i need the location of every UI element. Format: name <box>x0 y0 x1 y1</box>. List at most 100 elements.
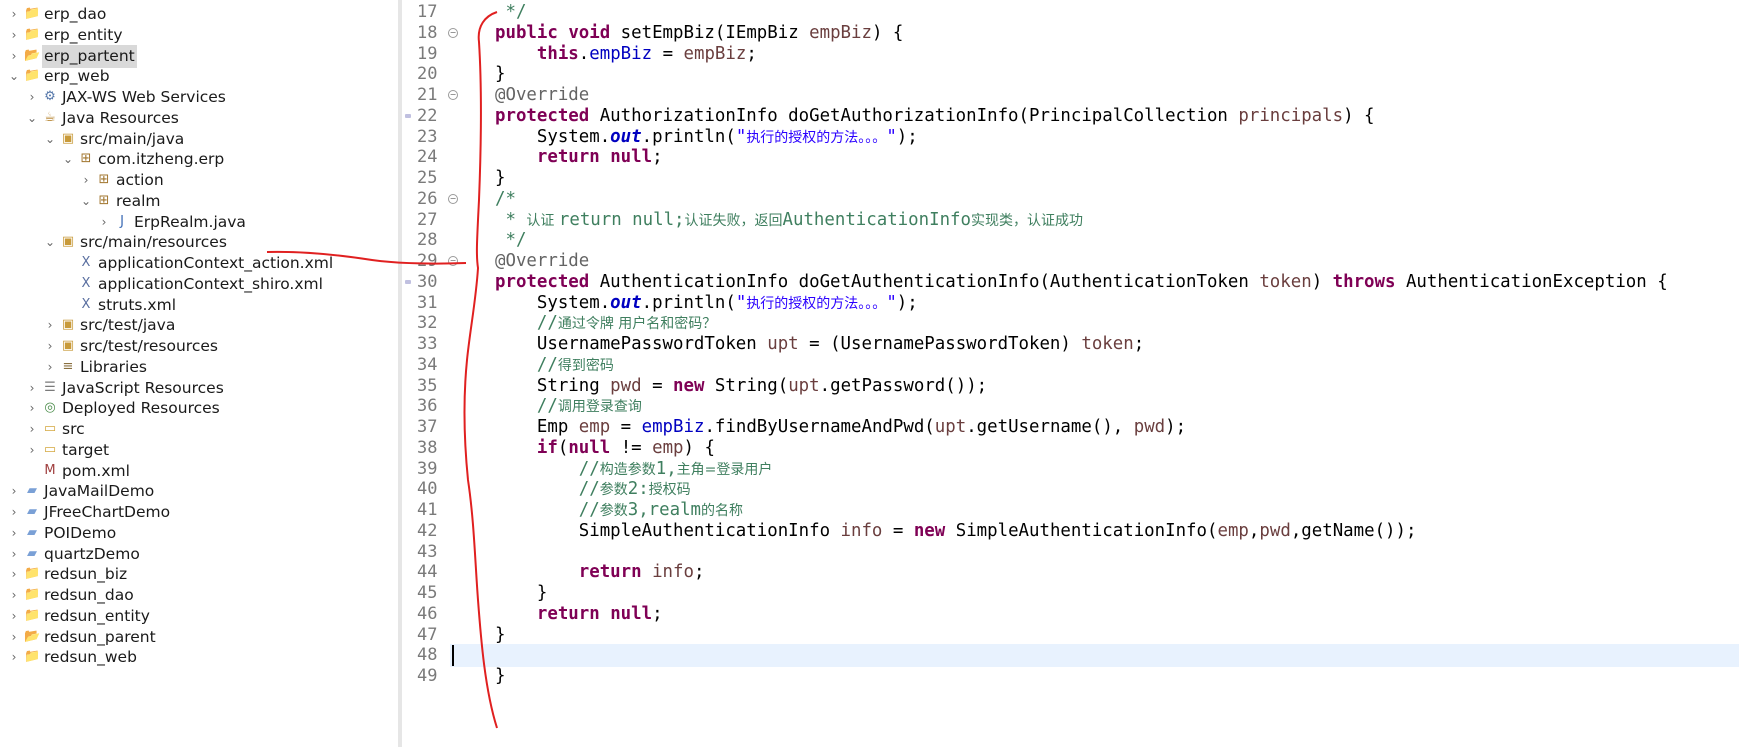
code-line[interactable]: this.empBiz = empBiz; <box>495 43 757 66</box>
code-line[interactable]: Emp emp = empBiz.findByUsernameAndPwd(up… <box>495 416 1186 439</box>
expand-arrow-icon[interactable]: › <box>8 480 20 503</box>
code-line[interactable]: //通过令牌 用户名和密码？ <box>495 312 716 335</box>
expand-arrow-icon[interactable]: › <box>8 522 20 545</box>
expand-arrow-icon[interactable]: › <box>8 626 20 649</box>
tree-item[interactable]: ⌄ ▣ src/main/java <box>0 128 398 151</box>
tree-item[interactable]: › 📁 redsun_web <box>0 646 398 669</box>
tree-item[interactable]: › ▰ JFreeChartDemo <box>0 501 398 524</box>
code-line[interactable]: } <box>495 624 505 647</box>
tree-item[interactable]: ⌄ ☕ Java Resources <box>0 107 398 130</box>
expand-arrow-icon[interactable]: › <box>44 314 56 337</box>
code-line[interactable]: if(null != emp) { <box>495 437 715 460</box>
code-line[interactable]: //参数3,realm的名称 <box>495 499 743 522</box>
tree-item[interactable]: › ≡ Libraries <box>0 356 398 379</box>
tree-item[interactable]: › 📁 redsun_entity <box>0 605 398 628</box>
tree-item[interactable]: XapplicationContext_action.xml <box>0 252 398 275</box>
tree-item[interactable]: › 📁 erp_dao <box>0 3 398 26</box>
code-line[interactable]: return null; <box>495 146 663 169</box>
expand-arrow-icon[interactable]: › <box>8 584 20 607</box>
expand-arrow-icon[interactable]: › <box>44 356 56 379</box>
code-line[interactable]: * 认证 return null;认证失败，返回AuthenticationIn… <box>495 209 1083 232</box>
code-token: empBiz <box>683 43 747 64</box>
code-line[interactable]: @Override <box>495 250 589 273</box>
code-line[interactable]: */ <box>495 1 526 24</box>
tree-item[interactable]: Xstruts.xml <box>0 294 398 317</box>
tree-item[interactable]: › ▰ quartzDemo <box>0 543 398 566</box>
code-line[interactable]: SimpleAuthenticationInfo info = new Simp… <box>495 520 1417 543</box>
fold-toggle-icon[interactable]: − <box>448 90 458 100</box>
code-line[interactable]: protected AuthenticationInfo doGetAuthen… <box>495 271 1668 294</box>
tree-item[interactable]: Mpom.xml <box>0 460 398 483</box>
tree-item[interactable]: ⌄ ⊞ com.itzheng.erp <box>0 148 398 171</box>
expand-arrow-icon[interactable]: › <box>8 605 20 628</box>
fold-toggle-icon[interactable]: − <box>448 27 458 38</box>
tree-item[interactable]: › 📂 redsun_parent <box>0 626 398 649</box>
tree-item[interactable]: › 📁 redsun_biz <box>0 563 398 586</box>
collapse-arrow-icon[interactable]: ⌄ <box>62 148 74 171</box>
code-line[interactable]: System.out.println("执行的授权的方法。。。"); <box>495 292 918 315</box>
expand-arrow-icon[interactable]: › <box>98 211 110 234</box>
tree-item[interactable]: XapplicationContext_shiro.xml <box>0 273 398 296</box>
expand-arrow-icon[interactable]: › <box>8 45 20 68</box>
collapse-arrow-icon[interactable]: ⌄ <box>26 107 38 130</box>
code-line[interactable]: //构造参数1,主角=登录用户 <box>495 458 773 481</box>
code-line[interactable]: } <box>495 582 547 605</box>
code-line[interactable]: //参数2:授权码 <box>495 478 691 501</box>
expand-arrow-icon[interactable]: › <box>8 563 20 586</box>
tree-item[interactable]: ⌄ ▣ src/main/resources <box>0 231 398 254</box>
collapse-arrow-icon[interactable]: ⌄ <box>8 65 20 88</box>
expand-arrow-icon[interactable]: › <box>80 169 92 192</box>
tree-item[interactable]: › ▰ POIDemo <box>0 522 398 545</box>
collapse-arrow-icon[interactable]: ⌄ <box>44 128 56 151</box>
tree-item[interactable]: › ▣ src/test/java <box>0 314 398 337</box>
tree-item[interactable]: › ▭ src <box>0 418 398 441</box>
tree-item[interactable]: ⌄ ⊞ realm <box>0 190 398 213</box>
code-line[interactable]: } <box>495 63 505 86</box>
code-line[interactable]: //调用登录查询 <box>495 395 642 418</box>
code-line[interactable]: /* <box>495 188 516 211</box>
code-line[interactable]: */ <box>495 229 526 252</box>
expand-arrow-icon[interactable]: › <box>26 397 38 420</box>
expand-arrow-icon[interactable]: › <box>26 377 38 400</box>
expand-arrow-icon[interactable]: › <box>26 418 38 441</box>
fold-toggle-icon[interactable]: − <box>448 193 458 204</box>
line-number: 42 <box>417 520 438 541</box>
code-line[interactable]: System.out.println("执行的授权的方法。。。"); <box>495 126 918 149</box>
tree-item[interactable]: › ▰ JavaMailDemo <box>0 480 398 503</box>
tree-item[interactable]: › ▭ target <box>0 439 398 462</box>
code-line[interactable]: } <box>495 665 505 688</box>
tree-item[interactable]: › ⊞ action <box>0 169 398 192</box>
tree-item[interactable]: › ◎ Deployed Resources <box>0 397 398 420</box>
override-marker-icon[interactable] <box>405 113 411 118</box>
code-line[interactable]: return null; <box>495 603 663 626</box>
tree-item[interactable]: › 📁 erp_entity <box>0 24 398 47</box>
tree-item[interactable]: › ⚙ JAX-WS Web Services <box>0 86 398 109</box>
code-token: 3,realm <box>627 500 702 520</box>
expand-arrow-icon[interactable]: › <box>8 646 20 669</box>
code-line[interactable]: UsernamePasswordToken upt = (UsernamePas… <box>495 333 1144 356</box>
code-line[interactable]: return info; <box>495 561 705 584</box>
tree-item[interactable]: › J ErpRealm.java <box>0 211 398 234</box>
expand-arrow-icon[interactable]: › <box>8 501 20 524</box>
tree-item[interactable]: › ☰ JavaScript Resources <box>0 377 398 400</box>
tree-item[interactable]: › ▣ src/test/resources <box>0 335 398 358</box>
collapse-arrow-icon[interactable]: ⌄ <box>80 190 92 213</box>
override-marker-icon[interactable] <box>405 279 411 284</box>
code-line[interactable]: //得到密码 <box>495 354 614 377</box>
expand-arrow-icon[interactable]: › <box>8 3 20 26</box>
collapse-arrow-icon[interactable]: ⌄ <box>44 231 56 254</box>
code-line[interactable]: protected AuthorizationInfo doGetAuthori… <box>495 105 1375 128</box>
expand-arrow-icon[interactable]: › <box>8 543 20 566</box>
tree-item[interactable]: ⌄ 📁 erp_web <box>0 65 398 88</box>
code-line[interactable]: String pwd = new String(upt.getPassword(… <box>495 375 987 398</box>
fold-toggle-icon[interactable]: − <box>448 256 458 266</box>
tree-item[interactable]: › 📂 erp_partent <box>0 44 398 68</box>
expand-arrow-icon[interactable]: › <box>44 335 56 358</box>
expand-arrow-icon[interactable]: › <box>8 24 20 47</box>
code-line[interactable]: public void setEmpBiz(IEmpBiz empBiz) { <box>495 22 903 45</box>
code-line[interactable]: } <box>495 167 505 190</box>
tree-item[interactable]: › 📁 redsun_dao <box>0 584 398 607</box>
expand-arrow-icon[interactable]: › <box>26 439 38 462</box>
expand-arrow-icon[interactable]: › <box>26 86 38 109</box>
code-line[interactable]: @Override <box>495 84 589 107</box>
